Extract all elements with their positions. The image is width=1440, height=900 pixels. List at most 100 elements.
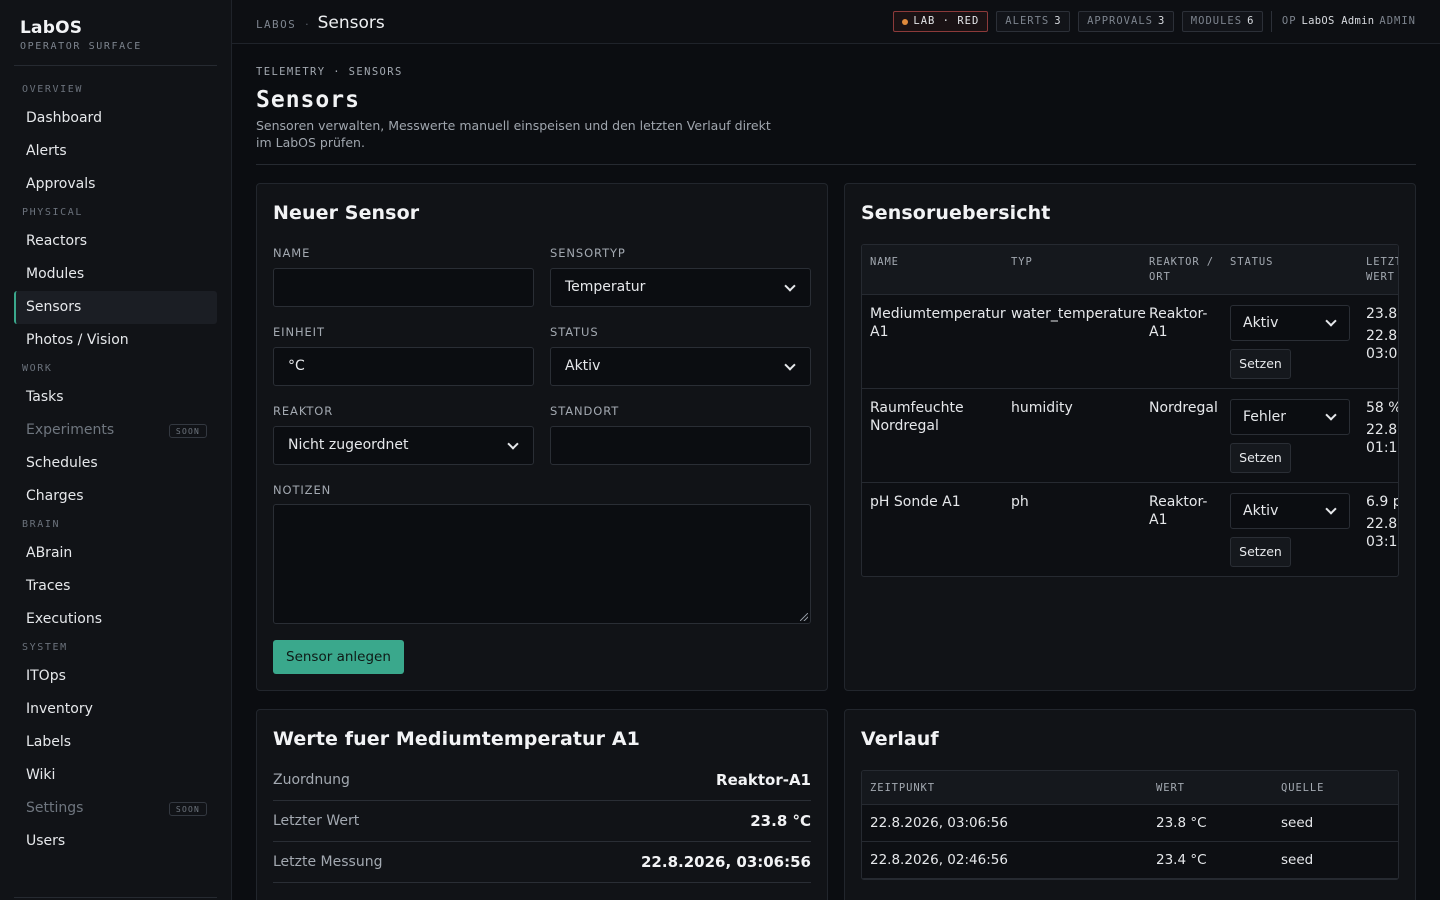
sidebar-item-inventory[interactable]: Inventory	[14, 693, 217, 726]
sidebar-item-label: Users	[26, 833, 66, 849]
card-title: Verlauf	[861, 728, 939, 750]
set-status-button[interactable]: Setzen	[1230, 349, 1291, 379]
column-header-reactor: REAKTOR / ORT	[1149, 255, 1214, 285]
last-value-timestamp: 22.8.	[1366, 328, 1399, 344]
page-eyebrow: TELEMETRY · SENSORS	[256, 66, 403, 78]
set-status-button[interactable]: Setzen	[1230, 537, 1291, 567]
column-header-source: QUELLE	[1281, 782, 1325, 794]
last-value-reading: 6.9 p	[1366, 494, 1399, 510]
modules-chip[interactable]: MODULES 6	[1181, 11, 1263, 32]
modules-label: MODULES	[1190, 15, 1243, 27]
sidebar-item-dashboard[interactable]: Dashboard	[14, 102, 217, 135]
sensor-type-select[interactable]: Temperatur	[550, 268, 811, 307]
approvals-count: 3	[1157, 15, 1165, 27]
status-select[interactable]: Aktiv	[550, 347, 811, 386]
brand-subtitle: OPERATOR SURFACE	[20, 41, 142, 52]
row-status-select[interactable]: Aktiv	[1230, 493, 1350, 529]
lab-status-label: LAB · RED	[913, 15, 980, 27]
last-value: 23.8 ° 22.8. 03:06	[1366, 305, 1399, 363]
select-value: Aktiv	[1243, 503, 1279, 519]
name-input[interactable]	[273, 268, 534, 307]
table-row: 22.8.2026, 02:46:56 23.4 °C seed	[862, 842, 1398, 879]
notes-textarea[interactable]	[273, 504, 811, 624]
column-header-name: NAME	[870, 256, 899, 268]
sidebar-item-abrain[interactable]: ABrain	[14, 537, 217, 570]
sidebar-item-alerts[interactable]: Alerts	[14, 135, 217, 168]
table-header: NAME TYP REAKTOR / ORT STATUS LETZT WERT	[862, 245, 1398, 295]
history-card: Verlauf ZEITPUNKT WERT QUELLE 22.8.2026,…	[844, 709, 1416, 900]
divider	[14, 897, 217, 898]
sidebar-item-approvals[interactable]: Approvals	[14, 168, 217, 201]
sidebar-item-executions[interactable]: Executions	[14, 603, 217, 636]
sidebar-nav: OVERVIEW Dashboard Alerts Approvals PHYS…	[14, 78, 217, 858]
sensor-name[interactable]: Raumfeuchte Nordregal	[870, 399, 964, 435]
sensor-location-line: Nordregal	[1149, 400, 1218, 416]
location-input[interactable]	[550, 426, 811, 465]
table-row: Mediumtemperatur A1 water_temperature Re…	[862, 295, 1399, 389]
set-status-button[interactable]: Setzen	[1230, 443, 1291, 473]
sidebar-item-charges[interactable]: Charges	[14, 480, 217, 513]
history-value: 23.8 °C	[1156, 815, 1207, 831]
user-menu[interactable]: OP LabOS Admin ADMIN	[1270, 11, 1416, 32]
breadcrumb-current: Sensors	[317, 13, 385, 33]
sidebar-item-itops[interactable]: ITOps	[14, 660, 217, 693]
detail-value: 22.8.2026, 03:06:56	[641, 853, 811, 871]
sidebar-item-tasks[interactable]: Tasks	[14, 381, 217, 414]
row-status-select[interactable]: Aktiv	[1230, 305, 1350, 341]
sidebar-item-label: Settings	[26, 800, 84, 816]
nav-section-work: WORK	[22, 363, 53, 374]
sidebar-item-traces[interactable]: Traces	[14, 570, 217, 603]
brand-title: LabOS	[20, 18, 83, 38]
sensor-type: ph	[1011, 494, 1029, 510]
sidebar-item-sensors[interactable]: Sensors	[14, 291, 217, 324]
row-status-select[interactable]: Fehler	[1230, 399, 1350, 435]
sidebar-item-schedules[interactable]: Schedules	[14, 447, 217, 480]
sensor-location-line: Reaktor-	[1149, 306, 1208, 322]
sidebar-item-experiments: Experiments SOON	[14, 414, 217, 447]
column-header-status: STATUS	[1230, 256, 1274, 268]
sidebar-item-label: Wiki	[26, 767, 56, 783]
column-header-value: WERT	[1156, 782, 1185, 794]
alerts-count: 3	[1054, 15, 1062, 27]
sensor-values-card: Werte fuer Mediumtemperatur A1 Zuordnung…	[256, 709, 828, 900]
reactor-select[interactable]: Nicht zugeordnet	[273, 426, 534, 465]
sensor-name[interactable]: Mediumtemperatur A1	[870, 305, 1006, 341]
sensor-table: NAME TYP REAKTOR / ORT STATUS LETZT WERT…	[861, 244, 1399, 577]
breadcrumb-root[interactable]: LABOS	[256, 18, 296, 31]
select-value: Temperatur	[565, 279, 646, 295]
last-value-timestamp: 01:16	[1366, 440, 1398, 456]
unit-input[interactable]: °C	[273, 347, 534, 386]
sidebar: LabOS OPERATOR SURFACE OVERVIEW Dashboar…	[0, 0, 232, 900]
select-value: Aktiv	[565, 358, 601, 374]
resize-handle-icon[interactable]	[800, 613, 808, 621]
column-header-line: REAKTOR /	[1149, 256, 1214, 268]
sensor-overview-card: Sensoruebersicht NAME TYP REAKTOR / ORT …	[844, 183, 1416, 691]
approvals-chip[interactable]: APPROVALS 3	[1078, 11, 1174, 32]
sidebar-item-labels[interactable]: Labels	[14, 726, 217, 759]
alerts-chip[interactable]: ALERTS 3	[996, 11, 1071, 32]
status-dot-icon	[902, 18, 909, 25]
sensor-name-line: Nordregal	[870, 418, 939, 434]
sensor-name-line: A1	[870, 324, 889, 340]
detail-value: 23.8 °C	[750, 812, 811, 830]
sidebar-item-label: Charges	[26, 488, 84, 504]
sidebar-item-label: Alerts	[26, 143, 67, 159]
sensor-name[interactable]: pH Sonde A1	[870, 493, 961, 511]
detail-row-last-measurement: Letzte Messung 22.8.2026, 03:06:56	[273, 842, 811, 883]
sidebar-item-label: Approvals	[26, 176, 96, 192]
sidebar-item-reactors[interactable]: Reactors	[14, 225, 217, 258]
lab-status-chip: LAB · RED	[893, 11, 989, 32]
sidebar-item-modules[interactable]: Modules	[14, 258, 217, 291]
chevron-down-icon	[507, 437, 519, 450]
sidebar-item-users[interactable]: Users	[14, 825, 217, 858]
history-value: 23.4 °C	[1156, 852, 1207, 868]
column-header-last-value: LETZT WERT	[1366, 255, 1398, 285]
table-header: ZEITPUNKT WERT QUELLE	[862, 771, 1398, 805]
sidebar-item-label: ABrain	[26, 545, 73, 561]
sidebar-item-wiki[interactable]: Wiki	[14, 759, 217, 792]
chevron-down-icon	[784, 279, 796, 292]
sidebar-item-label: ITOps	[26, 668, 66, 684]
sidebar-item-photos-vision[interactable]: Photos / Vision	[14, 324, 217, 357]
reactor-label: REAKTOR	[273, 404, 334, 418]
create-sensor-button[interactable]: Sensor anlegen	[273, 640, 404, 674]
